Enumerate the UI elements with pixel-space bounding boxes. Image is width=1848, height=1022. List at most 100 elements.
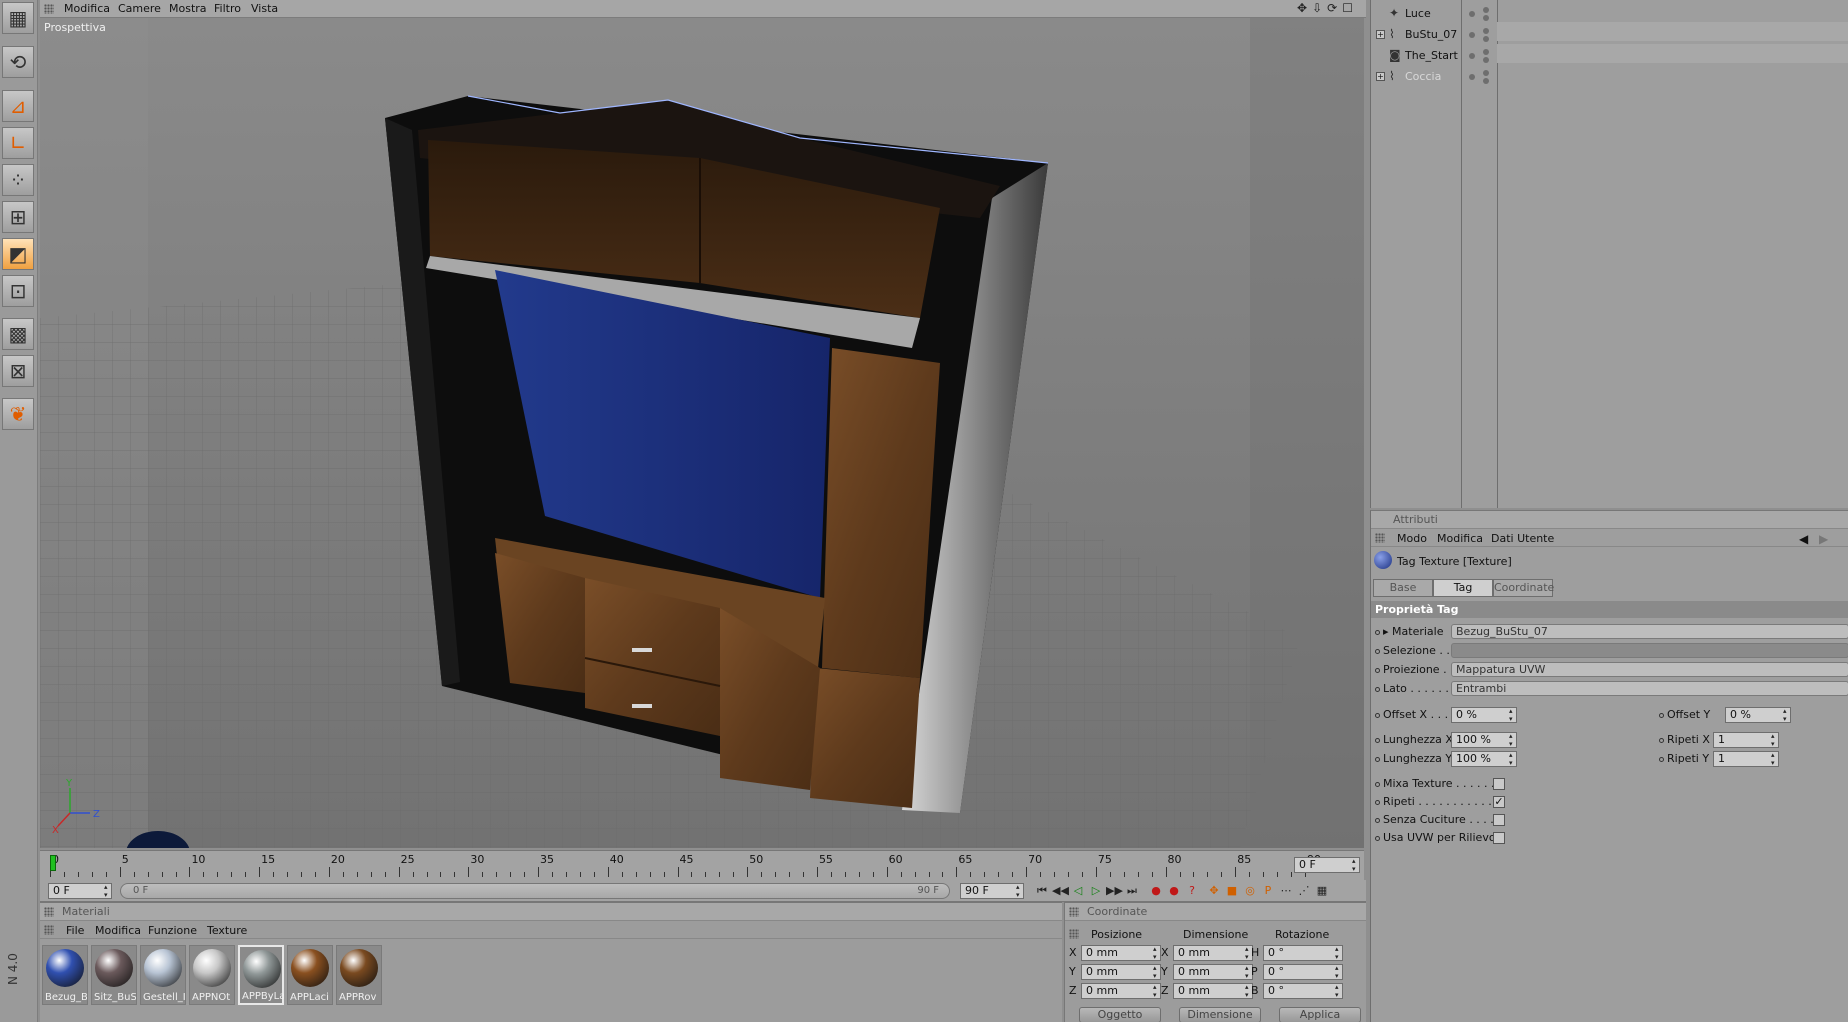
offset-x-field[interactable]: 0 % [1451, 707, 1517, 723]
back-arrow-icon[interactable]: ◀ [1799, 532, 1808, 546]
timeline-window-button[interactable]: ▦ [1314, 883, 1330, 899]
dimension-select[interactable]: Dimensione [1179, 1007, 1261, 1022]
visibility-dot-icon[interactable] [1483, 15, 1489, 21]
visibility-dot-icon[interactable] [1483, 49, 1489, 55]
expand-arrow-icon[interactable]: ▸ [1383, 625, 1392, 638]
points-button[interactable]: ⁘ [2, 164, 34, 196]
autokey-button[interactable]: ● [1166, 883, 1182, 899]
visibility-dot-icon[interactable] [1483, 70, 1489, 76]
key-scale-button[interactable]: ■ [1224, 883, 1240, 899]
maximize-icon[interactable]: ☐ [1342, 1, 1358, 15]
anim-dot-icon[interactable] [1375, 629, 1380, 635]
coordinate-field[interactable]: 0 ° [1263, 964, 1343, 980]
play-forward-button[interactable]: ▷ [1088, 883, 1104, 899]
material-swatch[interactable]: APPRov [336, 945, 382, 1005]
rotate-icon[interactable]: ⟳ [1327, 1, 1342, 15]
material-swatch[interactable]: Bezug_B [42, 945, 88, 1005]
visibility-dot-icon[interactable] [1469, 53, 1475, 59]
prev-key-button[interactable]: ◀◀ [1052, 883, 1069, 899]
anim-dot-icon[interactable] [1375, 799, 1380, 805]
menu-file[interactable]: File [66, 924, 84, 937]
dolly-icon[interactable]: ⇩ [1312, 1, 1327, 15]
material-swatch[interactable]: APPNOt [189, 945, 235, 1005]
visibility-dot-icon[interactable] [1483, 78, 1489, 84]
object-name[interactable]: Coccia [1405, 70, 1441, 83]
menu-modifica[interactable]: Modifica [1437, 532, 1483, 545]
model-axis-button[interactable]: ∟ [2, 127, 34, 159]
forward-arrow-icon[interactable]: ▶ [1819, 532, 1828, 546]
uvw-button[interactable]: ⊡ [2, 275, 34, 307]
menu-camere[interactable]: Camere [118, 2, 161, 15]
coordinate-field[interactable]: 0 mm [1081, 945, 1161, 961]
menu-modifica[interactable]: Modifica [64, 2, 110, 15]
anim-dot-icon[interactable] [1375, 781, 1380, 787]
anim-dot-icon[interactable] [1375, 817, 1380, 823]
materiale-field[interactable]: Bezug_BuStu_07 [1451, 624, 1848, 639]
key-rotation-button[interactable]: ◎ [1242, 883, 1258, 899]
object-row[interactable]: ◙ The_Start [1371, 46, 1848, 65]
visibility-dot-icon[interactable] [1483, 57, 1489, 63]
ripeti-x-field[interactable]: 1 [1713, 732, 1779, 748]
object-row[interactable]: ✦ Luce [1371, 4, 1848, 23]
texture-axis-button[interactable]: ⊠ [2, 355, 34, 387]
proiezione-dropdown[interactable]: Mappatura UVW [1451, 662, 1848, 677]
coordinate-field[interactable]: 0 ° [1263, 945, 1343, 961]
expand-icon[interactable]: + [1376, 72, 1385, 81]
anim-dot-icon[interactable] [1659, 737, 1664, 743]
object-row[interactable]: + ⌇ Coccia [1371, 67, 1848, 86]
checkbox[interactable] [1493, 778, 1505, 790]
object-row[interactable]: + ⌇ BuStu_07 [1371, 25, 1848, 44]
visibility-dot-icon[interactable] [1483, 7, 1489, 13]
menu-dati-utente[interactable]: Dati Utente [1491, 532, 1554, 545]
frame-range-slider[interactable]: 0 F 90 F [120, 883, 950, 899]
menu-mostra[interactable]: Mostra [169, 2, 207, 15]
key-interp-button[interactable]: ⋰ [1296, 883, 1312, 899]
material-swatch[interactable]: Sitz_BuS [91, 945, 137, 1005]
coordinate-field[interactable]: 0 mm [1081, 983, 1161, 999]
polygons-button[interactable]: ◩ [2, 238, 34, 270]
keyframe-selection-button[interactable]: ? [1184, 883, 1200, 899]
viewport-3d[interactable]: Y Z X Prospettiva [40, 18, 1364, 848]
anim-dot-icon[interactable] [1375, 686, 1380, 692]
coordinate-field[interactable]: 0 ° [1263, 983, 1343, 999]
anim-dot-icon[interactable] [1659, 712, 1664, 718]
anim-dot-icon[interactable] [1375, 737, 1380, 743]
coordinate-field[interactable]: 0 mm [1173, 983, 1253, 999]
menu-funzione[interactable]: Funzione [148, 924, 197, 937]
menu-filtro[interactable]: Filtro [214, 2, 241, 15]
tab-coordinate[interactable]: Coordinate [1493, 579, 1554, 597]
anim-dot-icon[interactable] [1375, 756, 1380, 762]
expand-icon[interactable]: + [1376, 30, 1385, 39]
next-key-button[interactable]: ▶▶ [1106, 883, 1123, 899]
paint-button[interactable]: ❦ [2, 398, 34, 430]
coordinate-field[interactable]: 0 mm [1081, 964, 1161, 980]
menu-modifica[interactable]: Modifica [95, 924, 141, 937]
visibility-dot-icon[interactable] [1469, 32, 1475, 38]
mode-select[interactable]: Oggetto [1079, 1007, 1161, 1022]
visibility-dot-icon[interactable] [1483, 28, 1489, 34]
object-name[interactable]: The_Start [1405, 49, 1458, 62]
key-position-button[interactable]: ✥ [1206, 883, 1222, 899]
undo-button[interactable]: ⟲ [2, 46, 34, 78]
anim-dot-icon[interactable] [1659, 756, 1664, 762]
object-axis-button[interactable]: ⊿ [2, 90, 34, 122]
anim-dot-icon[interactable] [1375, 648, 1380, 654]
ripeti-y-field[interactable]: 1 [1713, 751, 1779, 767]
material-swatch[interactable]: Gestell_I [140, 945, 186, 1005]
menu-texture[interactable]: Texture [207, 924, 247, 937]
layout-button[interactable]: ▦ [2, 2, 34, 34]
anim-dot-icon[interactable] [1375, 667, 1380, 673]
material-swatch[interactable]: APPLaci [287, 945, 333, 1005]
anim-dot-icon[interactable] [1375, 835, 1380, 841]
play-back-button[interactable]: ◁ [1070, 883, 1086, 899]
selezione-field[interactable] [1451, 643, 1848, 658]
texture-button[interactable]: ▩ [2, 318, 34, 350]
go-end-button[interactable]: ⏭ [1124, 883, 1140, 899]
coordinate-field[interactable]: 0 mm [1173, 945, 1253, 961]
end-frame-field[interactable]: 90 F [960, 883, 1024, 899]
checkbox[interactable]: ✓ [1493, 796, 1505, 808]
visibility-dot-icon[interactable] [1469, 11, 1475, 17]
move-icon[interactable]: ✥ [1297, 1, 1312, 15]
object-name[interactable]: Luce [1405, 7, 1431, 20]
go-start-button[interactable]: ⏮ [1034, 883, 1050, 899]
